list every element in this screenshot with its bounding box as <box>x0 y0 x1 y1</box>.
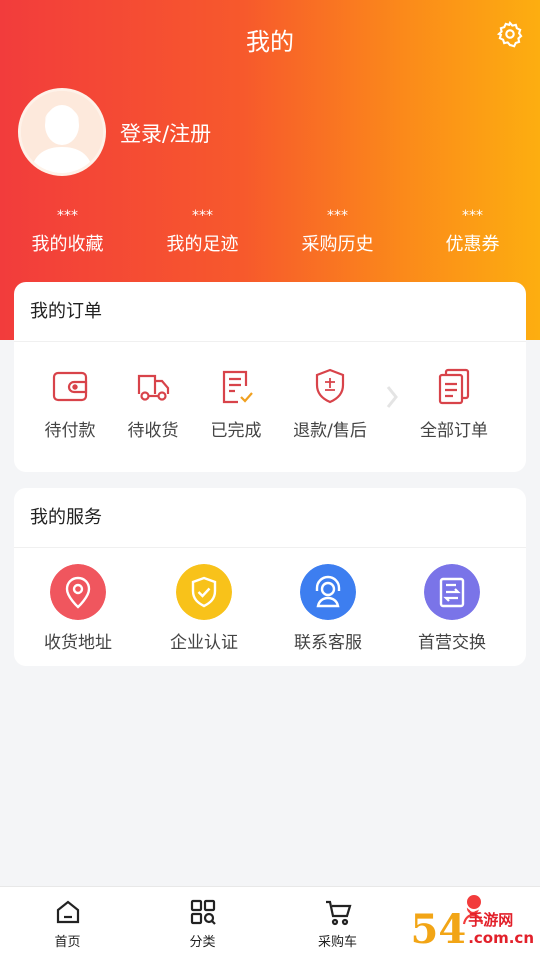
stats-row: *** 我的收藏 *** 我的足迹 *** 采购历史 *** 优惠券 <box>0 208 540 256</box>
shield-check-icon <box>176 564 232 620</box>
service-first-operation-exchange[interactable]: 首营交换 <box>390 564 514 653</box>
stat-value: *** <box>462 208 483 224</box>
orders-card-title: 我的订单 <box>14 282 526 342</box>
location-pin-icon <box>50 564 106 620</box>
stat-label: 我的足迹 <box>166 234 239 255</box>
service-shipping-address[interactable]: 收货地址 <box>14 564 142 653</box>
page-title: 我的 <box>246 28 294 56</box>
order-all[interactable]: 全部订单 <box>402 364 506 441</box>
stat-value: *** <box>327 208 348 224</box>
watermark-number: 54 <box>410 905 467 953</box>
watermark-line2: .com.cn <box>468 929 534 947</box>
order-refund-after-sale[interactable]: 退款/售后 <box>278 364 382 441</box>
completed-doc-icon <box>222 370 253 404</box>
service-label: 收货地址 <box>44 633 112 653</box>
order-label: 待收货 <box>127 421 179 441</box>
orders-list-icon <box>438 368 470 405</box>
stat-purchase-history[interactable]: *** 采购历史 <box>270 208 405 256</box>
after-sale-shield-icon <box>315 368 345 404</box>
order-pending-payment[interactable]: 待付款 <box>28 364 112 441</box>
watermark-logo: 54 手游网 .com.cn <box>411 902 534 956</box>
chevron-right-icon <box>382 364 402 430</box>
tab-category[interactable]: 分类 <box>135 887 270 960</box>
login-register-link[interactable]: 登录/注册 <box>120 118 211 148</box>
order-completed[interactable]: 已完成 <box>194 364 278 441</box>
stat-value: *** <box>57 208 78 224</box>
services-card: 我的服务 收货地址 企业认证 联系客服 首营交换 <box>14 488 526 666</box>
order-awaiting-delivery[interactable]: 待收货 <box>112 364 194 441</box>
order-label: 全部订单 <box>420 421 488 441</box>
stat-label: 我的收藏 <box>31 234 104 255</box>
service-label: 联系客服 <box>294 633 362 653</box>
category-grid-icon <box>190 899 216 925</box>
stat-value: *** <box>192 208 213 224</box>
orders-card: 我的订单 待付款 待收货 已完成 退款/售后 全部订单 <box>14 282 526 472</box>
truck-icon <box>137 374 170 401</box>
services-card-title: 我的服务 <box>14 488 526 548</box>
tab-label: 分类 <box>189 935 216 950</box>
order-label: 待付款 <box>44 421 96 441</box>
tab-label: 采购车 <box>317 935 357 950</box>
stat-footprints[interactable]: *** 我的足迹 <box>135 208 270 256</box>
order-label: 已完成 <box>210 421 262 441</box>
service-label: 首营交换 <box>418 633 486 653</box>
avatar[interactable] <box>18 88 106 176</box>
tab-home[interactable]: 首页 <box>0 887 135 960</box>
watermark-line1: 手游网 <box>468 911 514 929</box>
stat-coupons[interactable]: *** 优惠券 <box>405 208 540 256</box>
stat-label: 采购历史 <box>301 234 374 255</box>
service-label: 企业认证 <box>170 633 238 653</box>
avatar-placeholder-icon <box>21 91 103 173</box>
service-customer-support[interactable]: 联系客服 <box>266 564 390 653</box>
tab-label: 首页 <box>54 935 81 950</box>
settings-gear-icon[interactable] <box>496 20 524 48</box>
tab-cart[interactable]: 采购车 <box>270 887 405 960</box>
stat-favorites[interactable]: *** 我的收藏 <box>0 208 135 256</box>
stat-label: 优惠券 <box>445 234 500 255</box>
exchange-doc-icon <box>424 564 480 620</box>
cart-icon <box>325 900 351 926</box>
order-label: 退款/售后 <box>293 421 367 441</box>
home-icon <box>56 900 79 924</box>
wallet-icon <box>52 371 88 402</box>
service-enterprise-certification[interactable]: 企业认证 <box>142 564 266 653</box>
customer-service-icon <box>300 564 356 620</box>
